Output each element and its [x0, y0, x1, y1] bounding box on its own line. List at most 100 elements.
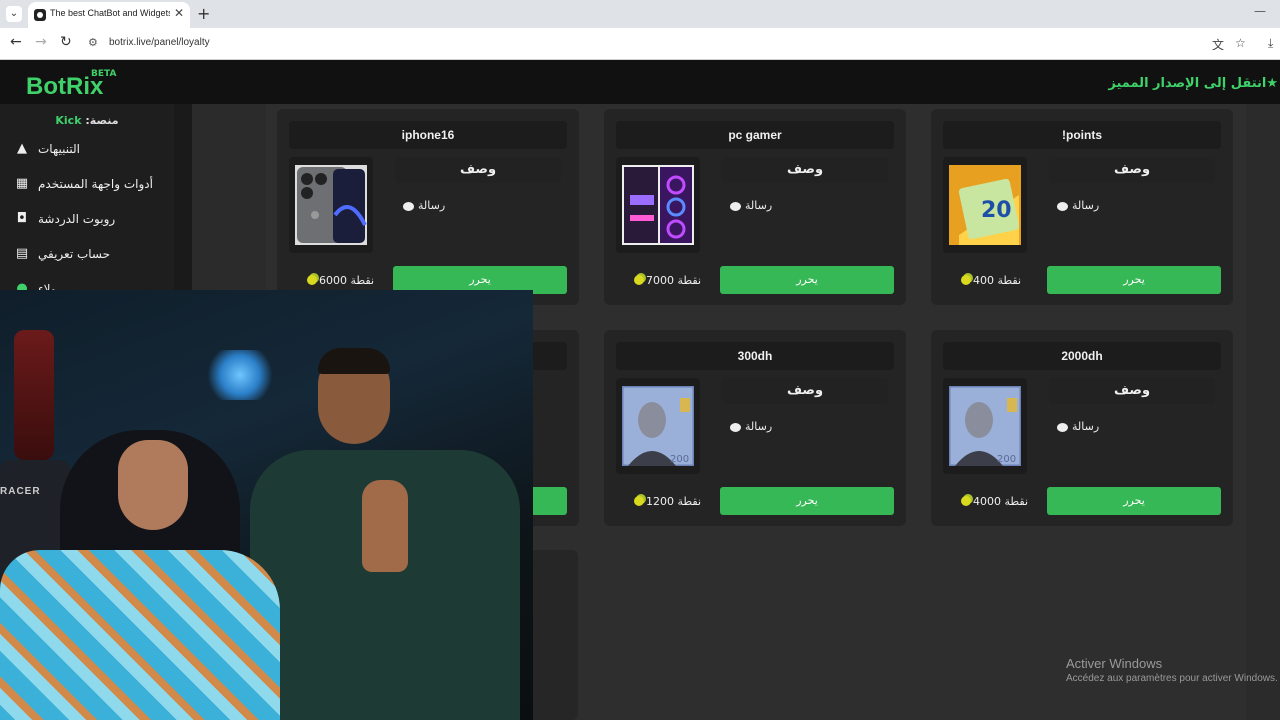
watermark-subtitle: Accédez aux paramètres pour activer Wind… — [1066, 673, 1278, 684]
reward-title: 300dh — [616, 342, 894, 370]
reward-description: وصف — [722, 157, 888, 183]
sidebar-item-label: أدوات واجهة المستخدم — [38, 177, 153, 191]
points-unit: نقطة — [677, 495, 702, 508]
sidebar-item-label: حساب تعريفي — [38, 247, 111, 261]
reward-message: رسالة — [1057, 199, 1099, 212]
reward-card: 300dh 200 وصف رسالة نقطة 1200 يحرر — [604, 330, 906, 526]
light-glow — [205, 350, 275, 400]
back-icon[interactable]: ← — [10, 34, 22, 50]
url-field[interactable]: ⚙ botrix.live/panel/loyalty — [82, 32, 1202, 56]
chat-bubble-icon — [1057, 201, 1068, 211]
iphone-image — [295, 165, 367, 245]
address-bar: ← → ↻ ⚙ botrix.live/panel/loyalty 文 ☆ ⤓ — [0, 28, 1280, 60]
forward-icon[interactable]: → — [35, 34, 47, 50]
site-info-icon[interactable]: ⚙ — [88, 36, 98, 49]
reward-card: !points 20 وصف رسالة نقطة 400 يحرر — [931, 109, 1233, 305]
chat-bubble-icon — [403, 201, 414, 211]
download-icon[interactable]: ⤓ — [1268, 36, 1273, 51]
reward-image: 20 — [943, 157, 1027, 253]
reward-title: 2000dh — [943, 342, 1221, 370]
chevron-down-icon[interactable]: ⌄ — [6, 6, 22, 22]
minimize-icon[interactable]: — — [1254, 4, 1266, 18]
points-value: 1200 — [646, 495, 674, 508]
patterned-dress — [0, 550, 280, 720]
message-label: رسالة — [418, 199, 446, 212]
message-label: رسالة — [1072, 420, 1100, 433]
grid-icon: ▦ — [15, 176, 29, 191]
coins-icon — [961, 496, 971, 506]
reward-image: 200 — [943, 378, 1027, 474]
upgrade-link[interactable]: ★انتقل إلى الإصدار المميز — [1108, 76, 1278, 91]
sidebar-item-alerts[interactable]: ▲ التنبيهات — [14, 140, 174, 160]
close-icon[interactable]: ✕ — [174, 6, 184, 20]
url-text[interactable]: botrix.live/panel/loyalty — [109, 37, 210, 48]
reward-card: pc gamer وصف رسالة نقطة 7000 يحرر — [604, 109, 906, 305]
reward-description: وصف — [395, 157, 561, 183]
points-unit: نقطة — [350, 274, 375, 287]
svg-text:200: 200 — [997, 454, 1016, 465]
app-header: BotRix BETA ★انتقل إلى الإصدار المميز — [0, 60, 1280, 104]
warning-icon: ▲ — [17, 141, 27, 156]
reward-card: iphone16 وصف رسالة نقطة 6000 يحرر — [277, 109, 579, 305]
reward-description: وصف — [722, 378, 888, 404]
reward-message: رسالة — [730, 199, 772, 212]
sidebar-item-label: التنبيهات — [38, 142, 80, 156]
redeem-button[interactable]: يحرر — [720, 487, 894, 515]
svg-text:200: 200 — [670, 454, 689, 465]
chat-bubble-icon — [730, 201, 741, 211]
reload-icon[interactable]: ↻ — [60, 34, 72, 50]
translate-icon[interactable]: 文 — [1212, 36, 1224, 53]
banknote-image: 200 — [622, 386, 694, 466]
reward-title: !points — [943, 121, 1221, 149]
platform-name: Kick — [55, 114, 82, 127]
recharge-card-image: 20 — [949, 165, 1021, 245]
watermark-title: Activer Windows — [1066, 656, 1163, 671]
webcam-overlay: RACER — [0, 290, 533, 720]
upgrade-label: انتقل إلى الإصدار المميز — [1108, 76, 1267, 91]
person-face — [118, 440, 188, 530]
coins-icon — [307, 275, 317, 285]
bookmark-star-icon[interactable]: ☆ — [1235, 36, 1246, 50]
reward-message: رسالة — [403, 199, 445, 212]
sidebar-item-profile[interactable]: ▤ حساب تعريفي — [14, 245, 174, 265]
platform-indicator: منصة: Kick — [0, 114, 174, 127]
browser-tab-bar: ⌄ The best ChatBot and Widgets ✕ + — — [0, 0, 1280, 28]
id-card-icon: ▤ — [15, 246, 29, 261]
reward-description: وصف — [1049, 157, 1215, 183]
flag-shape — [14, 330, 54, 460]
reward-title: iphone16 — [289, 121, 567, 149]
redeem-button[interactable]: يحرر — [1047, 487, 1221, 515]
reward-points: نقطة 6000 — [307, 274, 374, 287]
sidebar-item-chatbot[interactable]: ◘ روبوت الدردشة — [14, 210, 174, 230]
points-value: 400 — [973, 274, 994, 287]
reward-image — [616, 157, 700, 253]
banknote-image: 200 — [949, 386, 1021, 466]
reward-points: نقطة 400 — [961, 274, 1021, 287]
reward-title: pc gamer — [616, 121, 894, 149]
message-label: رسالة — [1072, 199, 1100, 212]
sidebar-item-label: روبوت الدردشة — [38, 212, 116, 226]
points-value: 4000 — [973, 495, 1001, 508]
sidebar-item-widgets[interactable]: ▦ أدوات واجهة المستخدم — [14, 175, 174, 195]
platform-prefix: منصة: — [85, 114, 119, 127]
browser-tab[interactable]: The best ChatBot and Widgets ✕ — [28, 2, 190, 28]
reward-points: نقطة 4000 — [961, 495, 1028, 508]
chat-bubble-icon — [730, 422, 741, 432]
tab-title: The best ChatBot and Widgets — [50, 8, 170, 18]
coins-icon — [634, 496, 644, 506]
redeem-button[interactable]: يحرر — [720, 266, 894, 294]
reward-image: 200 — [616, 378, 700, 474]
chat-bubble-icon — [1057, 422, 1068, 432]
favicon-icon — [34, 9, 46, 21]
redeem-button[interactable]: يحرر — [1047, 266, 1221, 294]
new-tab-button[interactable]: + — [197, 4, 210, 23]
reward-image — [289, 157, 373, 253]
message-label: رسالة — [745, 199, 773, 212]
points-unit: نقطة — [997, 274, 1022, 287]
robot-icon: ◘ — [16, 211, 28, 226]
reward-message: رسالة — [730, 420, 772, 433]
points-unit: نقطة — [677, 274, 702, 287]
points-value: 7000 — [646, 274, 674, 287]
points-unit: نقطة — [1004, 495, 1029, 508]
star-icon: ★ — [1266, 76, 1278, 91]
